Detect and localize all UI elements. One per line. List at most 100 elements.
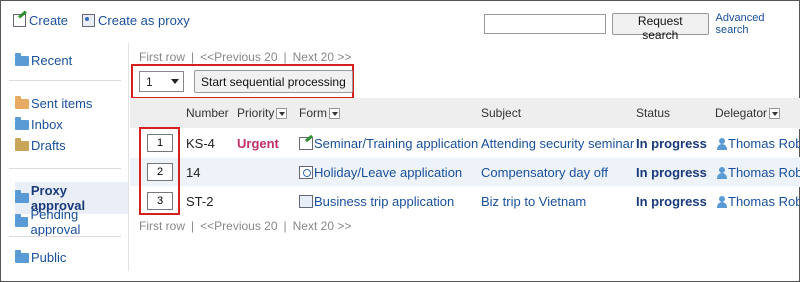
delegator-name: Thomas Rob <box>728 136 800 151</box>
search-input[interactable] <box>484 14 606 34</box>
sidebar-item-public[interactable]: Public <box>15 249 67 265</box>
header-form[interactable]: Form <box>299 106 340 120</box>
folder-icon <box>15 214 29 227</box>
sidebar-item-sent-items[interactable]: Sent items <box>15 95 93 111</box>
sidebar: Recent Sent items Inbox Drafts Proxy app… <box>1 43 129 271</box>
pencil-form-icon <box>299 137 313 150</box>
plane-form-icon <box>299 195 313 208</box>
folder-icon <box>15 116 29 130</box>
header-label: Number <box>186 106 229 120</box>
header-label: Form <box>299 106 327 120</box>
delegator-name: Thomas Rob <box>728 194 800 209</box>
user-icon <box>717 196 727 208</box>
sidebar-item-inbox[interactable]: Inbox <box>15 116 63 132</box>
sidebar-divider <box>9 168 121 169</box>
first-row-link[interactable]: First row <box>139 50 185 64</box>
priority-badge: Urgent <box>237 136 279 151</box>
order-select-value: 1 <box>146 74 153 89</box>
sidebar-divider <box>9 236 121 237</box>
folder-icon <box>15 249 29 263</box>
pager-separator: | <box>191 50 195 64</box>
sidebar-divider <box>9 80 121 81</box>
pager-top: First row | <<Previous 20 | Next 20 >> <box>139 50 351 64</box>
request-number: KS-4 <box>186 136 215 151</box>
create-label: Create <box>29 13 69 28</box>
first-row-link[interactable]: First row <box>139 219 185 233</box>
search-area: Request search Advanced search <box>484 12 799 42</box>
subject-link[interactable]: Biz trip to Vietnam <box>481 194 586 209</box>
sidebar-item-drafts[interactable]: Drafts <box>15 137 66 153</box>
sidebar-item-label: Public <box>31 250 67 265</box>
form-link[interactable]: Holiday/Leave application <box>299 165 462 180</box>
sidebar-item-label: Drafts <box>31 138 66 153</box>
header-label: Priority <box>237 106 275 120</box>
request-table: Number Priority Form Subject Status Dele… <box>130 98 800 215</box>
table-row: 1 KS-4 Urgent Seminar/Training applicati… <box>130 128 800 157</box>
form-name: Seminar/Training application <box>314 136 479 151</box>
header-delegator[interactable]: Delegator <box>715 106 781 120</box>
form-name: Business trip application <box>314 194 455 209</box>
filter-dropdown-icon[interactable] <box>769 107 781 119</box>
folder-icon <box>15 95 29 109</box>
sidebar-item-label: Recent <box>31 53 73 68</box>
header-priority[interactable]: Priority <box>237 106 288 120</box>
folder-icon <box>15 52 29 66</box>
header-label: Status <box>636 106 671 120</box>
chevron-down-icon <box>171 79 179 84</box>
proxy-icon <box>82 14 96 27</box>
table-row: 2 14 Holiday/Leave application Compensat… <box>130 157 800 186</box>
status-label: In progress <box>636 165 707 180</box>
status-label: In progress <box>636 136 707 151</box>
delegator-link[interactable]: Thomas Rob <box>717 136 800 151</box>
create-link[interactable]: Create <box>13 13 68 28</box>
subject-link[interactable]: Attending security seminar <box>481 136 634 151</box>
next-page-link[interactable]: Next 20 >> <box>293 50 352 64</box>
filter-dropdown-icon[interactable] <box>329 107 340 119</box>
request-search-button[interactable]: Request search <box>612 13 709 42</box>
create-as-proxy-link[interactable]: Create as proxy <box>82 13 190 28</box>
request-number: ST-2 <box>186 194 214 209</box>
header-number[interactable]: Number <box>186 106 229 120</box>
previous-page-link[interactable]: <<Previous 20 <box>200 50 277 64</box>
sidebar-item-pending-approval[interactable]: Pending approval <box>15 207 128 237</box>
sidebar-item-label: Inbox <box>31 117 63 132</box>
header-subject: Subject <box>481 106 521 120</box>
folder-icon <box>15 190 29 203</box>
pager-separator: | <box>191 219 195 233</box>
user-icon <box>717 138 727 150</box>
header-status: Status <box>636 106 670 120</box>
top-toolbar: Create Create as proxy <box>13 13 190 28</box>
app-window: Create Create as proxy Request search Ad… <box>0 0 800 282</box>
pager-separator: | <box>283 50 287 64</box>
status-label: In progress <box>636 194 707 209</box>
pager-separator: | <box>283 219 287 233</box>
clock-form-icon <box>299 166 313 179</box>
user-icon <box>717 167 727 179</box>
subject-link[interactable]: Compensatory day off <box>481 165 608 180</box>
form-link[interactable]: Business trip application <box>299 194 454 209</box>
order-select[interactable]: 1 <box>139 71 184 92</box>
delegator-link[interactable]: Thomas Rob <box>717 165 800 180</box>
sidebar-item-label: Sent items <box>31 96 93 111</box>
start-sequential-processing-button[interactable]: Start sequential processing <box>194 70 353 93</box>
filter-dropdown-icon[interactable] <box>276 107 288 119</box>
advanced-search-link[interactable]: Advanced search <box>716 12 799 36</box>
table-row: 3 ST-2 Business trip application Biz tri… <box>130 186 800 215</box>
delegator-name: Thomas Rob <box>728 165 800 180</box>
delegator-link[interactable]: Thomas Rob <box>717 194 800 209</box>
form-link[interactable]: Seminar/Training application <box>299 136 478 151</box>
create-as-proxy-label: Create as proxy <box>98 13 190 28</box>
sidebar-item-recent[interactable]: Recent <box>15 52 73 68</box>
form-name: Holiday/Leave application <box>314 165 463 180</box>
create-icon <box>13 14 26 27</box>
previous-page-link[interactable]: <<Previous 20 <box>200 219 277 233</box>
header-label: Subject <box>481 106 522 120</box>
highlight-box <box>139 127 180 215</box>
folder-icon <box>15 137 29 151</box>
header-label: Delegator <box>715 106 768 120</box>
sidebar-item-label: Pending approval <box>30 207 81 237</box>
request-number: 14 <box>186 165 201 180</box>
next-page-link[interactable]: Next 20 >> <box>293 219 352 233</box>
pager-bottom: First row | <<Previous 20 | Next 20 >> <box>139 219 351 233</box>
table-header: Number Priority Form Subject Status Dele… <box>130 98 800 128</box>
